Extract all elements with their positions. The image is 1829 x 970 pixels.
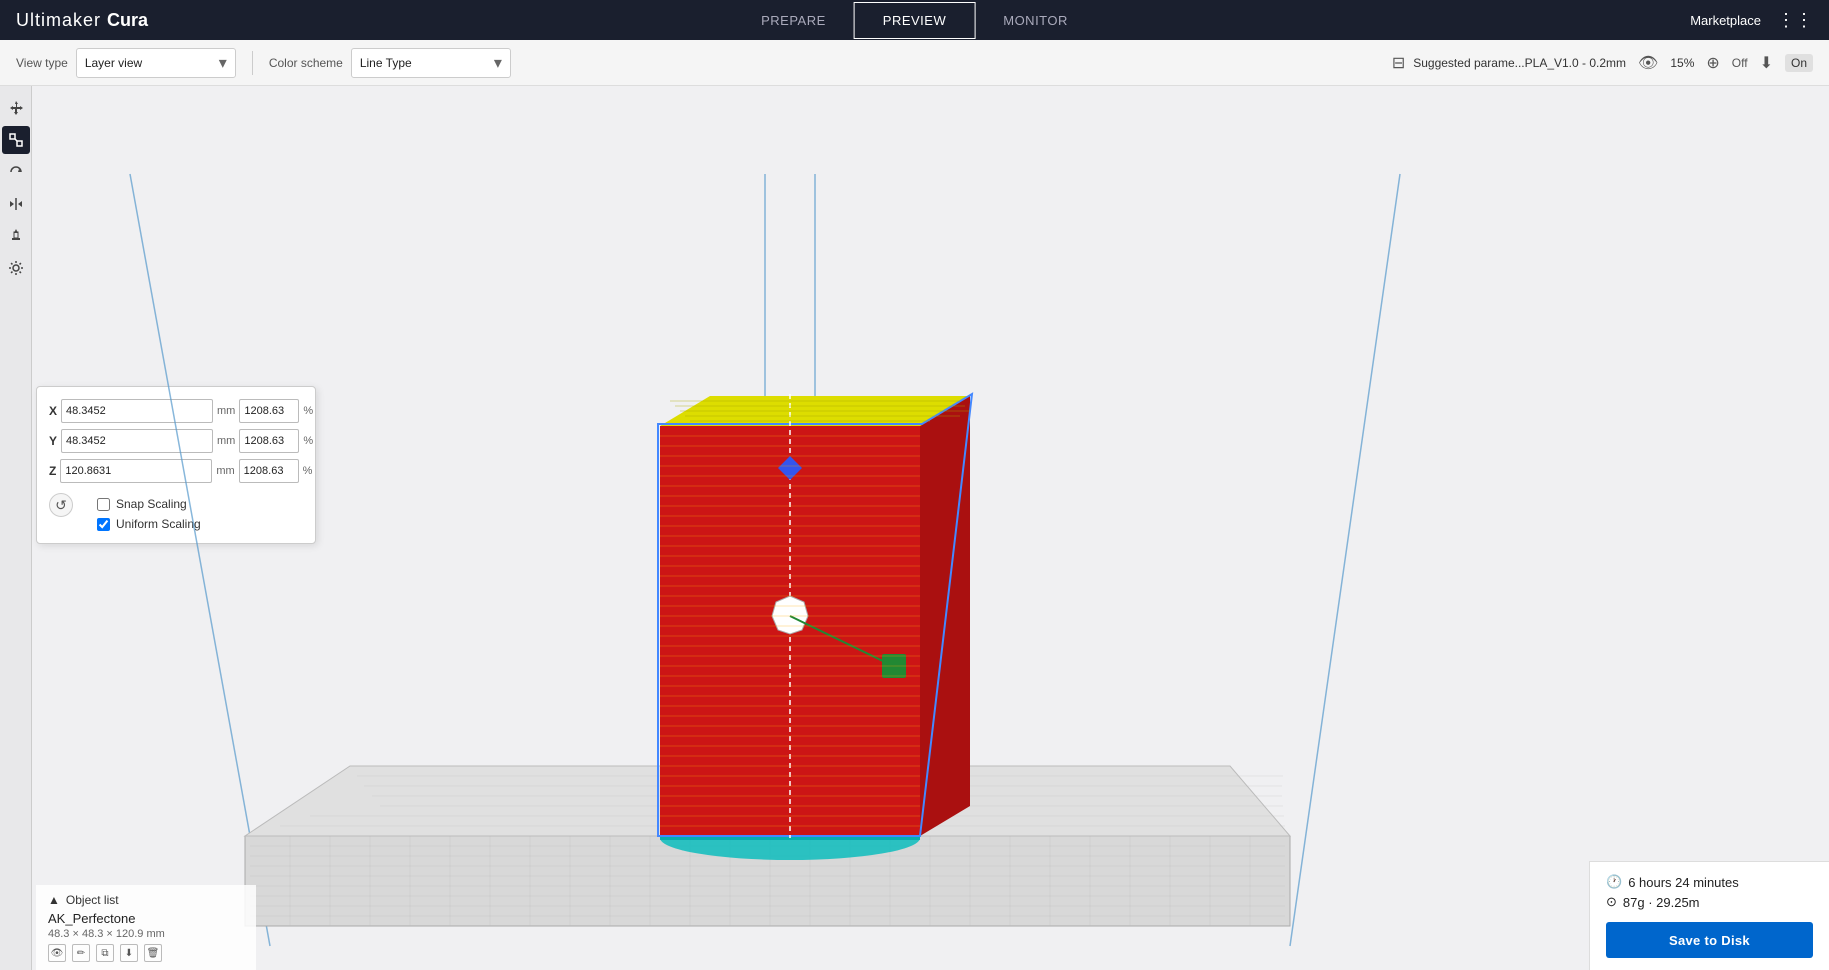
- app-name-part2: Cura: [107, 10, 148, 31]
- suggested-params-label: Suggested parame...PLA_V1.0 - 0.2mm: [1413, 56, 1626, 70]
- view-type-label: View type: [16, 56, 68, 70]
- titlebar-right: Marketplace ⋮⋮: [1690, 10, 1813, 31]
- titlebar: Ultimaker Cura PREPARE PREVIEW MONITOR M…: [0, 0, 1829, 40]
- tab-prepare[interactable]: PREPARE: [733, 2, 854, 39]
- toolbar-separator-1: [252, 51, 253, 75]
- marketplace-button[interactable]: Marketplace: [1690, 13, 1761, 28]
- off-label: Off: [1732, 56, 1748, 70]
- object-list-panel: ▲ Object list AK_Perfectone 48.3 × 48.3 …: [36, 885, 256, 970]
- tab-preview[interactable]: PREVIEW: [854, 2, 975, 39]
- object-list-label: Object list: [66, 893, 119, 907]
- app-logo: Ultimaker Cura: [16, 10, 148, 31]
- apps-grid-icon[interactable]: ⋮⋮: [1777, 10, 1813, 31]
- spool-icon: ⊕: [1706, 53, 1719, 73]
- print-time: 🕐 6 hours 24 minutes: [1606, 874, 1813, 890]
- object-list-action-icons: 👁 ✏ ⧉ ⬇ 🗑: [48, 944, 244, 962]
- view-type-value: Layer view: [85, 56, 142, 70]
- color-scheme-value: Line Type: [360, 56, 412, 70]
- obj-save-icon[interactable]: ⬇: [120, 944, 138, 962]
- 3d-scene: [0, 86, 1829, 970]
- percent-badge: 15%: [1670, 56, 1694, 70]
- obj-delete-icon[interactable]: 🗑: [144, 944, 162, 962]
- view-type-group: View type Layer view ▾: [16, 48, 236, 78]
- settings-sliders-icon: ⊟: [1392, 53, 1405, 73]
- object-list-header: ▲ Object list: [48, 893, 244, 907]
- print-weight: ⊙ 87g · 29.25m: [1606, 894, 1813, 910]
- color-scheme-label: Color scheme: [269, 56, 343, 70]
- print-time-label: 6 hours 24 minutes: [1628, 875, 1739, 890]
- color-scheme-group: Color scheme Line Type ▾: [269, 48, 511, 78]
- chevron-down-icon-2: ▾: [494, 53, 502, 73]
- app-name-part1: Ultimaker: [16, 10, 101, 31]
- save-to-disk-button[interactable]: Save to Disk: [1606, 922, 1813, 958]
- toolbar-right-group: ⊟ Suggested parame...PLA_V1.0 - 0.2mm 👁 …: [1392, 53, 1813, 73]
- spool-weight-icon: ⊙: [1606, 894, 1617, 910]
- obj-duplicate-icon[interactable]: ⧉: [96, 944, 114, 962]
- tab-monitor[interactable]: MONITOR: [975, 2, 1096, 39]
- obj-visibility-icon[interactable]: 👁: [48, 944, 66, 962]
- object-name: AK_Perfectone: [48, 911, 244, 926]
- print-info-panel: 🕐 6 hours 24 minutes ⊙ 87g · 29.25m Save…: [1589, 861, 1829, 970]
- view-type-dropdown[interactable]: Layer view ▾: [76, 48, 236, 78]
- print-weight-label: 87g · 29.25m: [1623, 895, 1700, 910]
- on-badge: On: [1785, 54, 1813, 72]
- nav-tabs: PREPARE PREVIEW MONITOR: [733, 2, 1096, 39]
- obj-edit-icon[interactable]: ✏: [72, 944, 90, 962]
- viewport: X mm % Y mm % Z mm % ↺ Snap Scaling: [0, 86, 1829, 970]
- handle-white-center: [772, 596, 808, 634]
- object-dimensions: 48.3 × 48.3 × 120.9 mm: [48, 928, 244, 940]
- color-scheme-dropdown[interactable]: Line Type ▾: [351, 48, 511, 78]
- clock-icon: 🕐: [1606, 874, 1622, 890]
- save-icon: ⬇: [1760, 53, 1773, 73]
- view-icon: 👁: [1638, 53, 1658, 73]
- bed-boundary-line-left: [130, 174, 270, 946]
- chevron-down-icon: ▾: [219, 53, 227, 73]
- top-toolbar: View type Layer view ▾ Color scheme Line…: [0, 40, 1829, 86]
- collapse-icon[interactable]: ▲: [48, 893, 60, 907]
- suggested-params: ⊟ Suggested parame...PLA_V1.0 - 0.2mm: [1392, 53, 1626, 73]
